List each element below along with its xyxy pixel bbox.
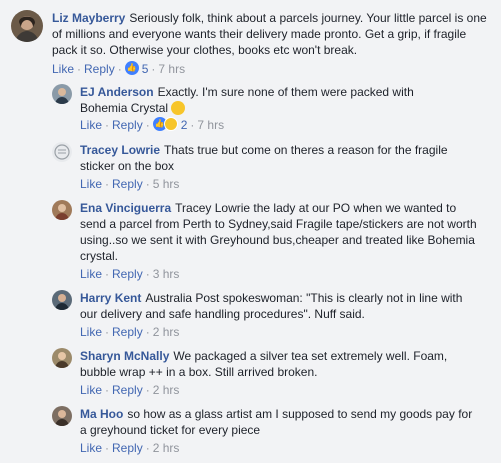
comment-author[interactable]: Ena Vinciguerra [80,201,171,215]
separator: · [145,118,150,132]
haha-icon[interactable] [163,117,178,131]
like-button[interactable]: Like [80,441,102,455]
comment-time[interactable]: 7 hrs [197,118,224,132]
like-icon[interactable] [124,60,139,76]
separator: · [77,62,82,76]
comment-time[interactable]: 3 hrs [153,267,180,281]
avatar[interactable] [52,406,72,426]
separator: · [190,118,195,132]
comment-time[interactable]: 2 hrs [153,441,180,455]
comment-author[interactable]: Liz Mayberry [52,11,125,25]
like-button[interactable]: Like [80,118,102,132]
separator: · [145,441,150,455]
like-button[interactable]: Like [52,62,74,76]
comment-time[interactable]: 2 hrs [153,325,180,339]
comment-author[interactable]: Sharyn McNally [80,349,169,363]
comment-author[interactable]: Tracey Lowrie [80,143,160,157]
avatar[interactable] [52,84,72,104]
like-button[interactable]: Like [80,325,102,339]
reaction-count[interactable]: 5 [142,62,149,76]
separator: · [145,325,150,339]
avatar[interactable] [52,142,72,162]
comment-author[interactable]: Ma Hoo [80,407,123,421]
separator: · [151,62,156,76]
separator: · [117,62,122,76]
reply-button[interactable]: Reply [112,118,143,132]
separator: · [105,383,110,397]
reply-button[interactable]: Reply [112,383,143,397]
avatar[interactable] [52,200,72,220]
separator: · [145,267,150,281]
comment-time[interactable]: 2 hrs [153,383,180,397]
reply-button[interactable]: Reply [112,325,143,339]
like-button[interactable]: Like [80,177,102,191]
like-button[interactable]: Like [80,267,102,281]
comment-time[interactable]: 7 hrs [158,62,185,76]
comment-text: so how as a glass artist am I supposed t… [80,407,473,437]
like-button[interactable]: Like [80,383,102,397]
avatar[interactable] [52,348,72,368]
laughing-emoji-icon [171,101,186,115]
separator: · [145,177,150,191]
comment-author[interactable]: EJ Anderson [80,85,154,99]
separator: · [145,383,150,397]
reaction-count[interactable]: 2 [181,118,188,132]
separator: · [105,177,110,191]
avatar[interactable] [11,10,43,42]
comment-time[interactable]: 5 hrs [153,177,180,191]
separator: · [105,441,110,455]
comment-author[interactable]: Harry Kent [80,291,141,305]
separator: · [105,118,110,132]
separator: · [105,325,110,339]
reply-button[interactable]: Reply [112,177,143,191]
reply-button[interactable]: Reply [112,267,143,281]
reply-button[interactable]: Reply [112,441,143,455]
reply-button[interactable]: Reply [84,62,115,76]
separator: · [105,267,110,281]
avatar[interactable] [52,290,72,310]
